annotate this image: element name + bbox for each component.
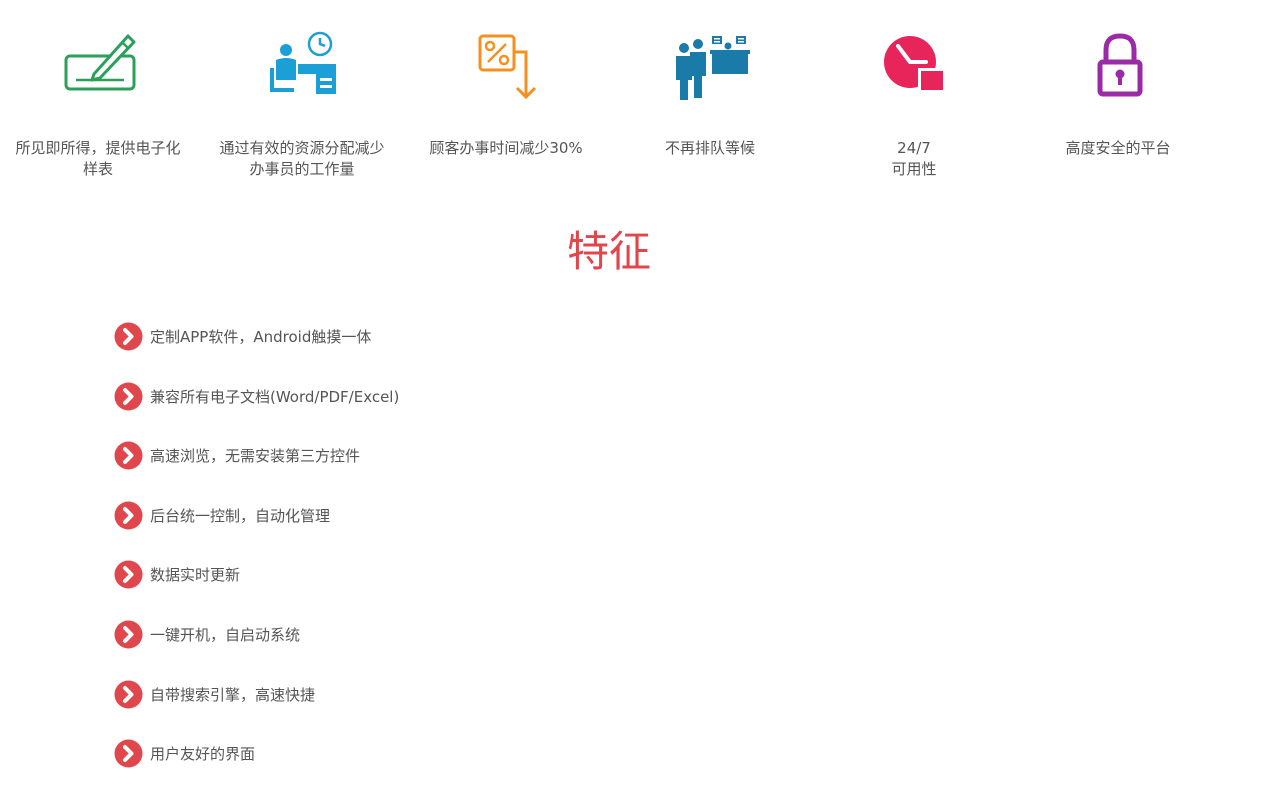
padlock-icon xyxy=(1078,28,1158,104)
chevron-right-icon xyxy=(114,620,143,649)
chevron-right-icon xyxy=(114,560,143,589)
benefit-caption: 顾客办事时间减少30% xyxy=(429,139,583,157)
benefit-security: 高度安全的平台 xyxy=(1016,0,1220,200)
benefit-caption: 高度安全的平台 xyxy=(1065,139,1171,157)
benefits-row: 所见即所得，提供电子化样表 通过有效的资源分配减少办事员的工作量 顾客办事时间减… xyxy=(0,0,1271,200)
queue-people-icon xyxy=(670,28,750,104)
feature-label: 定制APP软件，Android触摸一体 xyxy=(150,328,372,346)
benefit-time-saving: 顾客办事时间减少30% xyxy=(404,0,608,200)
feature-label: 后台统一控制，自动化管理 xyxy=(150,506,331,525)
caption-line: 可用性 xyxy=(891,160,937,178)
benefit-no-queue: 不再排队等候 xyxy=(608,0,812,200)
benefit-caption: 通过有效的资源分配减少办事员的工作量 xyxy=(219,139,385,178)
feature-label: 兼容所有电子文档(Word/PDF/Excel) xyxy=(150,387,400,406)
benefit-caption: 所见即所得，提供电子化样表 xyxy=(15,139,181,178)
clock-24-icon xyxy=(874,28,954,104)
benefit-availability: 24/7 可用性 xyxy=(812,0,1016,200)
benefit-wysiwyg: 所见即所得，提供电子化样表 xyxy=(0,0,200,200)
clerk-desk-clock-icon xyxy=(262,28,342,104)
percent-arrow-down-icon xyxy=(466,28,546,104)
feature-label: 高速浏览，无需安装第三方控件 xyxy=(150,447,361,466)
chevron-right-icon xyxy=(114,382,143,411)
chevron-right-icon xyxy=(114,680,143,709)
feature-label: 数据实时更新 xyxy=(150,566,241,585)
feature-label: 一键开机，自启动系统 xyxy=(150,625,301,644)
section-title: 特征 xyxy=(566,227,651,276)
chevron-right-icon xyxy=(114,322,143,351)
benefit-caption: 24/7 可用性 xyxy=(826,138,1002,180)
benefit-caption: 不再排队等候 xyxy=(664,139,755,157)
caption-line: 24/7 xyxy=(897,139,931,157)
form-pen-icon xyxy=(58,28,138,104)
feature-label: 自带搜索引擎，高速快捷 xyxy=(150,685,316,704)
chevron-right-icon xyxy=(114,441,143,470)
benefit-workload: 通过有效的资源分配减少办事员的工作量 xyxy=(200,0,404,200)
page: 所见即所得，提供电子化样表 通过有效的资源分配减少办事员的工作量 顾客办事时间减… xyxy=(0,0,1271,789)
feature-label: 用户友好的界面 xyxy=(150,745,256,764)
chevron-right-icon xyxy=(114,739,143,768)
chevron-right-icon xyxy=(114,501,143,530)
